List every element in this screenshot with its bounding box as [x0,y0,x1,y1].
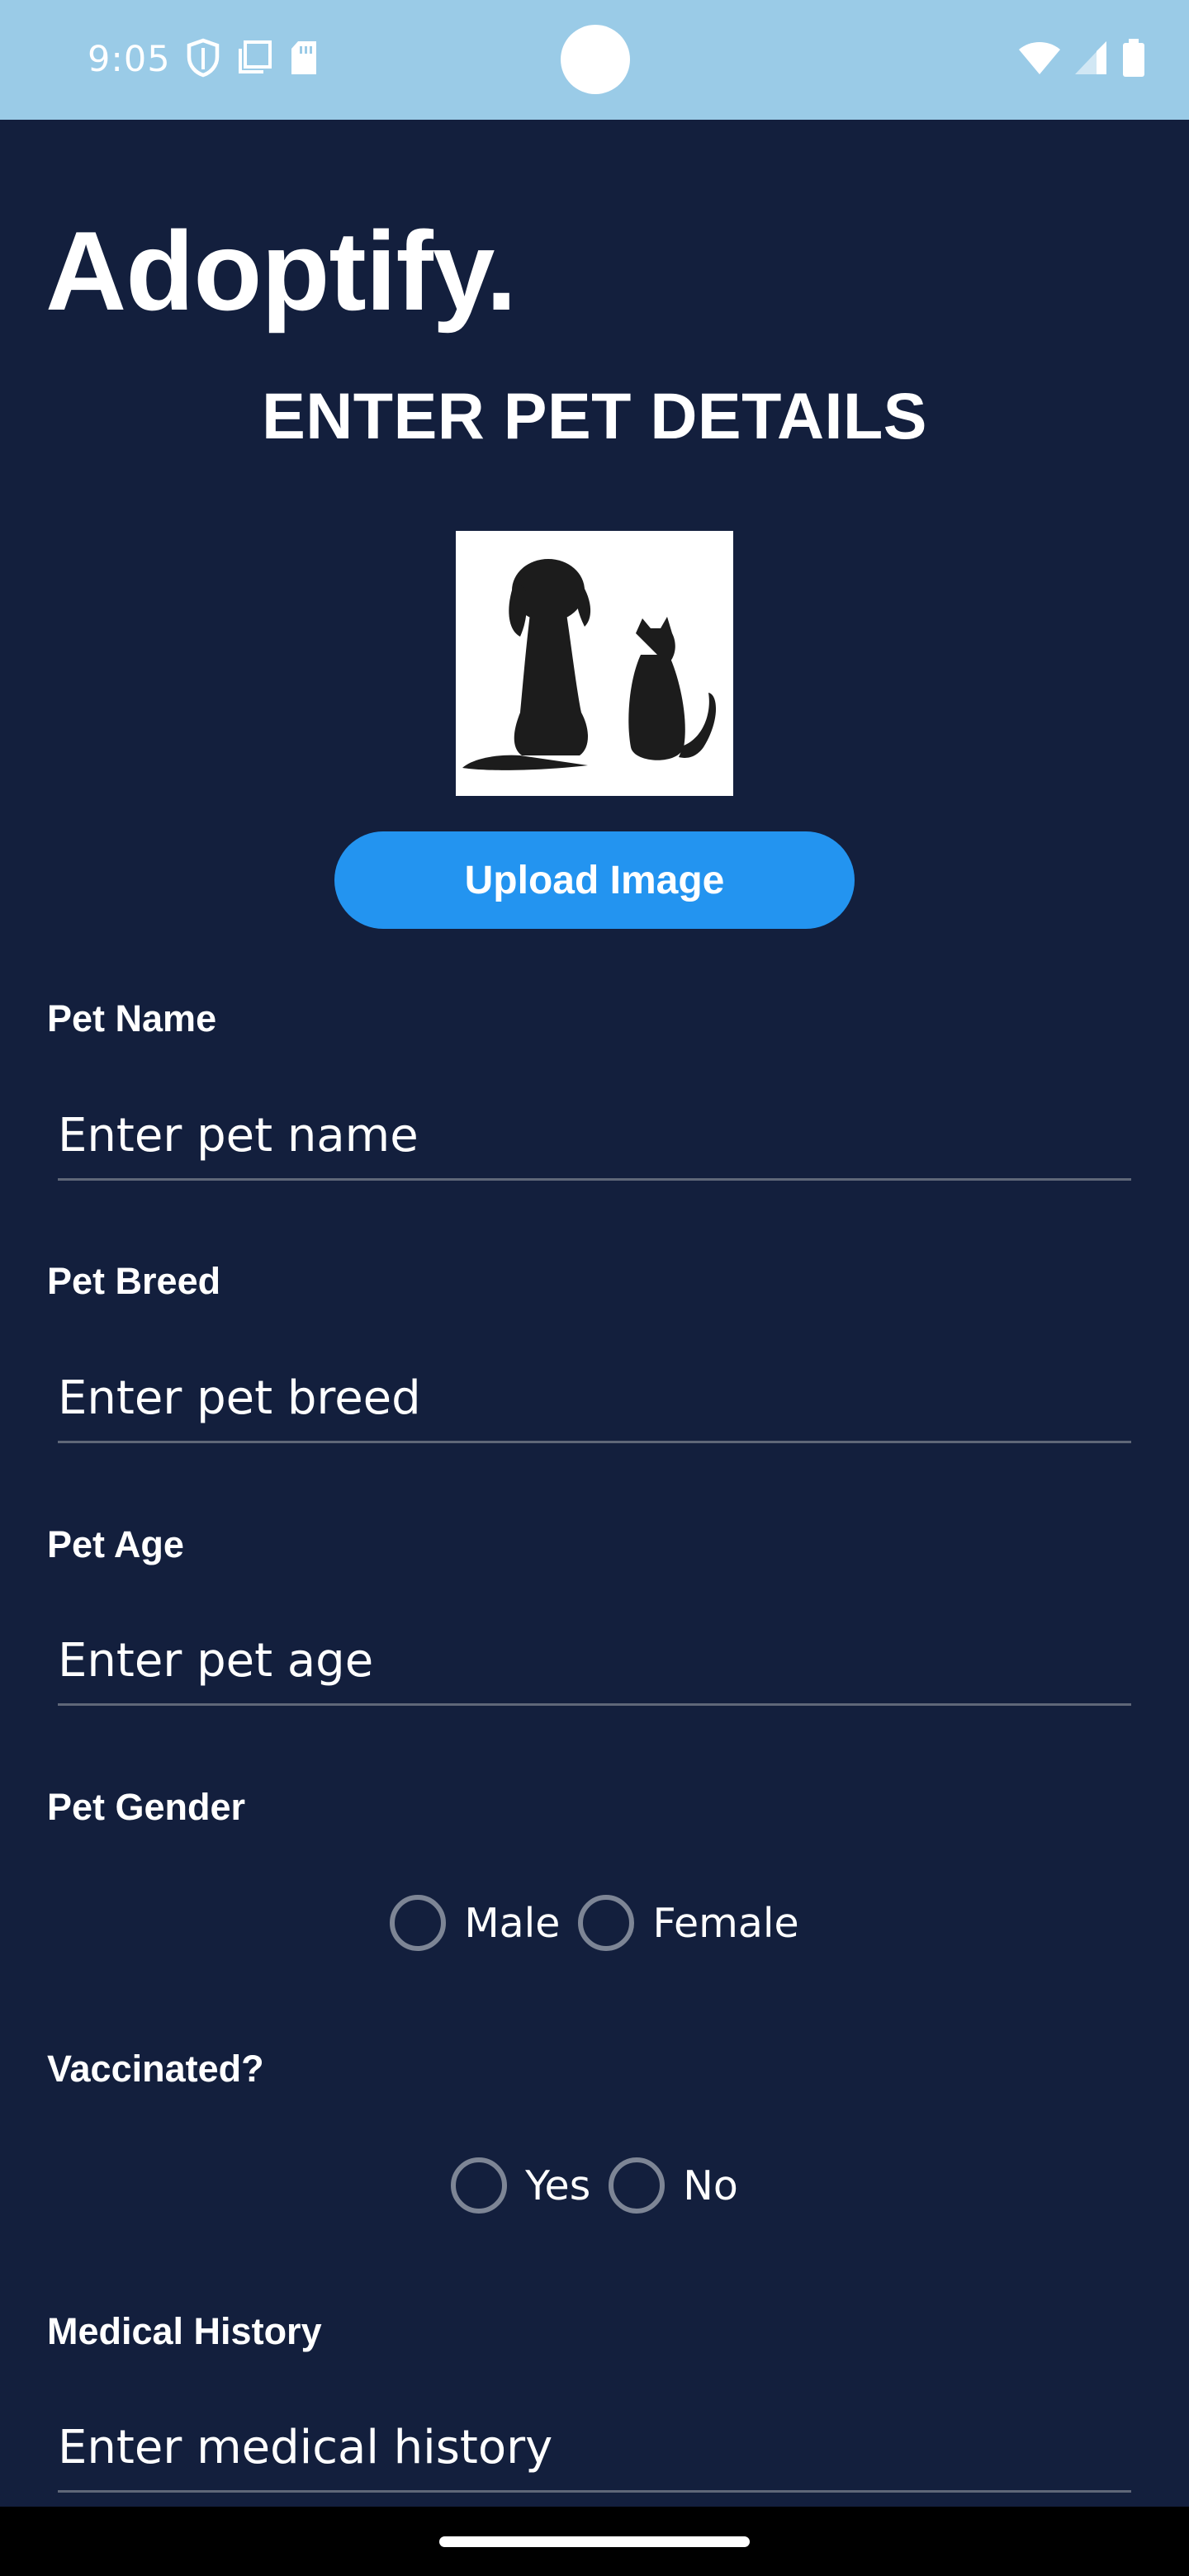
pet-name-label: Pet Name [47,997,217,1039]
pet-gender-radio-group: Male Female [0,1895,1189,1951]
medical-history-input[interactable] [58,2417,1131,2493]
pet-age-label: Pet Age [47,1523,184,1565]
pet-breed-label: Pet Breed [47,1260,221,1302]
pet-breed-input[interactable] [58,1367,1131,1443]
shield-icon [186,38,220,82]
gender-male-label[interactable]: Male [464,1900,560,1947]
vaccinated-no-label[interactable]: No [683,2162,738,2209]
vaccinated-radio-group: Yes No [0,2157,1189,2214]
status-time: 9:05 [88,39,171,80]
pet-age-input[interactable] [58,1630,1131,1706]
pet-gender-label: Pet Gender [47,1786,246,1828]
gender-female-label[interactable]: Female [652,1900,798,1947]
vaccinated-yes-label[interactable]: Yes [525,2162,590,2209]
wifi-icon [1017,40,1062,80]
home-gesture-handle[interactable] [439,2536,750,2547]
camera-cutout [561,25,630,94]
vaccinated-label: Vaccinated? [47,2048,264,2090]
radio-circle-icon[interactable] [451,2157,508,2214]
status-bar: 9:05 [0,0,1189,120]
pet-name-input[interactable] [58,1105,1131,1181]
status-right [1017,36,1146,83]
upload-image-button[interactable]: Upload Image [334,831,855,929]
page-heading: ENTER PET DETAILS [262,379,927,452]
radio-circle-icon[interactable] [578,1895,635,1951]
vaccinated-yes-radio[interactable]: Yes [451,2157,590,2214]
vaccinated-no-radio[interactable]: No [609,2157,738,2214]
radio-circle-icon[interactable] [609,2157,666,2214]
battery-icon [1121,38,1146,82]
sd-card-icon [288,39,320,81]
app-title: Adoptify. [45,208,517,334]
status-left: 9:05 [88,36,320,83]
gender-male-radio[interactable]: Male [390,1895,560,1951]
medical-history-label: Medical History [47,2310,322,2352]
gender-female-radio[interactable]: Female [578,1895,799,1951]
radio-circle-icon[interactable] [390,1895,447,1951]
screen-copy-icon [235,39,273,81]
cell-signal-icon [1073,40,1110,80]
pet-image [456,531,733,796]
dog-and-cat-silhouette-icon [462,559,717,770]
